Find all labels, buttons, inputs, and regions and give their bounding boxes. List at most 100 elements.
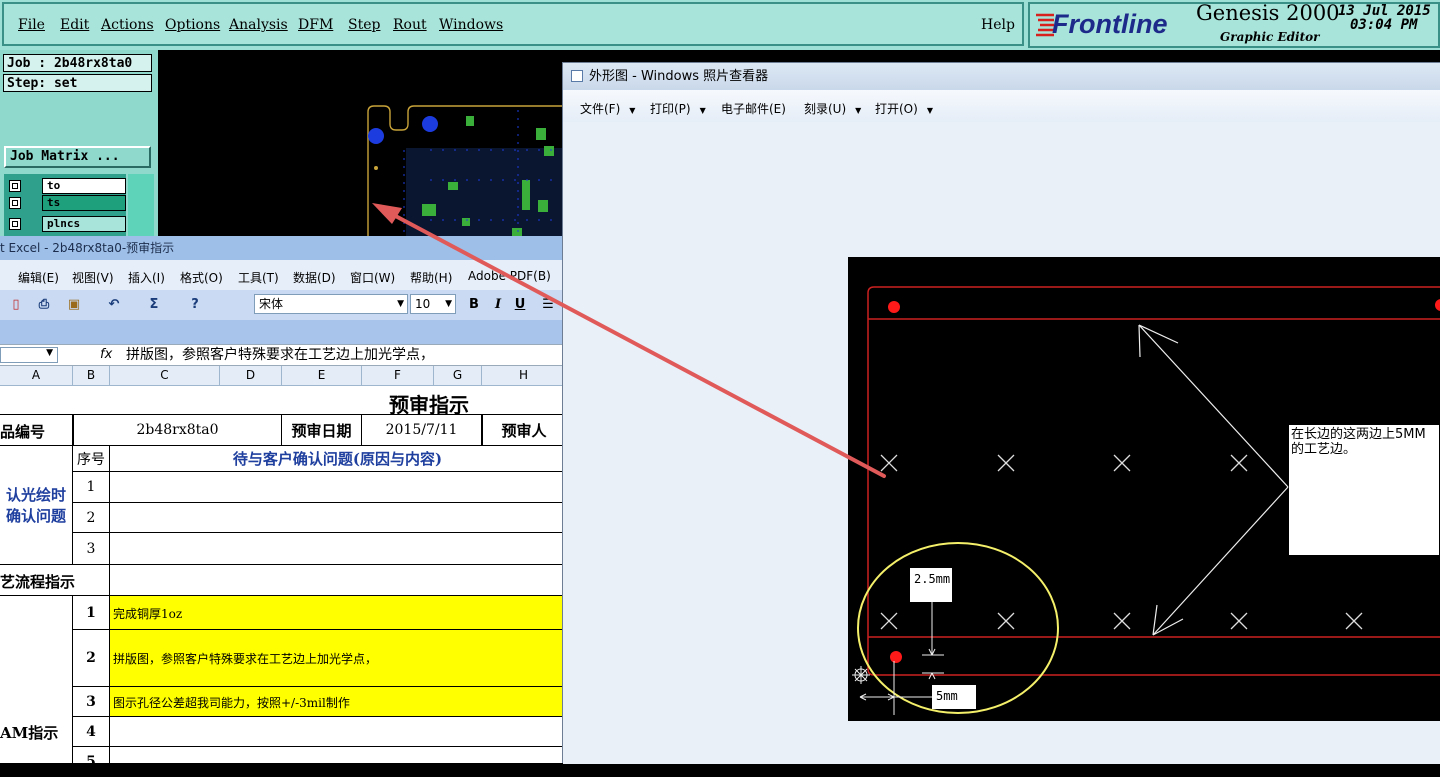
product-no-label: 品编号: [0, 414, 73, 446]
chevron-down-icon[interactable]: ▼: [46, 348, 53, 358]
cam-row-no: 3: [73, 687, 110, 717]
excel-menu-window[interactable]: 窗口(W): [350, 269, 395, 286]
column-header-g[interactable]: G: [434, 366, 482, 385]
product-no-value: 2b48rx8ta0: [136, 422, 219, 438]
underline-icon[interactable]: U: [512, 297, 528, 313]
undo-icon[interactable]: ↶: [106, 297, 122, 313]
fx-icon[interactable]: fx: [100, 345, 112, 365]
excel-window: t Excel - 2b48rx8ta0-预审指示 编辑(E) 视图(V) 插入…: [0, 236, 566, 777]
excel-window-title: t Excel - 2b48rx8ta0-预审指示: [0, 241, 175, 255]
cam-row-content[interactable]: 完成铜厚1oz: [110, 596, 566, 630]
column-header-d[interactable]: D: [220, 366, 282, 385]
cam-row-content[interactable]: 图示孔径公差超我司能力，按照+/-3mil制作: [110, 687, 566, 717]
font-name-select[interactable]: 宋体 ▼: [254, 294, 408, 314]
menu-rout[interactable]: Rout: [393, 17, 427, 33]
column-header-f[interactable]: F: [362, 366, 434, 385]
worksheet-grid[interactable]: 预审指示 品编号 2b48rx8ta0 预审日期 2015/7/11 预审人 认…: [0, 385, 566, 777]
font-name-value: 宋体: [259, 297, 284, 311]
excel-menu-view[interactable]: 视图(V): [72, 269, 114, 286]
viewer-menu-burn-label: 刻录(U): [804, 102, 847, 116]
print-icon[interactable]: ⎙: [36, 297, 52, 313]
cam-row-content[interactable]: [110, 747, 566, 777]
excel-menu-data[interactable]: 数据(D): [293, 269, 336, 286]
menu-options[interactable]: Options: [165, 17, 220, 33]
menu-file[interactable]: File: [18, 17, 45, 33]
confirm-row-content[interactable]: [110, 472, 566, 503]
column-header-e[interactable]: E: [282, 366, 362, 385]
sheet-title-cell[interactable]: 预审指示: [0, 385, 566, 417]
menu-actions[interactable]: Actions: [101, 17, 154, 33]
genesis-graphic-canvas[interactable]: [158, 50, 568, 250]
menu-windows[interactable]: Windows: [439, 17, 503, 33]
excel-menu-format[interactable]: 格式(O): [180, 269, 223, 286]
layer-name[interactable]: ts: [42, 195, 126, 211]
font-size-value: 10: [415, 297, 431, 311]
formula-input[interactable]: 拼版图，参照客户特殊要求在工艺边上加光学点，: [126, 345, 434, 365]
menu-help[interactable]: Help: [981, 17, 1015, 33]
menu-dfm[interactable]: DFM: [298, 17, 333, 33]
viewer-menu-print-label: 打印(P): [650, 102, 691, 116]
confirm-row-content[interactable]: [110, 503, 566, 533]
layer-checkbox[interactable]: [9, 180, 21, 192]
autosum-icon[interactable]: Σ: [146, 297, 162, 313]
excel-menu-adobe-pdf[interactable]: Adobe PDF(B): [468, 269, 551, 283]
chevron-down-icon[interactable]: ▼: [397, 295, 404, 313]
layer-row-to[interactable]: to: [6, 178, 126, 194]
confirm-section-label: 认光绘时 确认问题: [0, 446, 73, 565]
name-box[interactable]: ▼: [0, 347, 58, 363]
cam-row-content[interactable]: [110, 717, 566, 747]
viewer-menu-email[interactable]: 电子邮件(E): [721, 100, 786, 117]
excel-menu-edit[interactable]: 编辑(E): [18, 269, 59, 286]
pcb-preview: [367, 105, 568, 250]
layer-row-plncs[interactable]: plncs: [6, 216, 126, 232]
help-icon[interactable]: ?: [187, 297, 203, 313]
print-preview-icon[interactable]: ▯: [8, 297, 24, 313]
cam-row-content[interactable]: 拼版图，参照客户特殊要求在工艺边上加光学点，: [110, 630, 566, 687]
menu-analysis[interactable]: Analysis: [229, 17, 288, 33]
pcb-pad: [368, 128, 384, 144]
italic-icon[interactable]: I: [490, 297, 506, 313]
product-no-cell[interactable]: 2b48rx8ta0: [73, 414, 282, 446]
job-matrix-button[interactable]: Job Matrix ...: [4, 146, 151, 168]
review-date-cell[interactable]: 2015/7/11: [362, 414, 482, 446]
menu-edit[interactable]: Edit: [60, 17, 89, 33]
layer-name[interactable]: plncs: [42, 216, 126, 232]
frontline-logo-area: Frontline Genesis 2000 Graphic Editor 13…: [1028, 1, 1440, 48]
cam-row-no: 2: [73, 630, 110, 687]
viewer-menu-burn[interactable]: 刻录(U) ▼: [804, 100, 861, 117]
excel-toolbar-row-2: [0, 320, 566, 344]
bold-icon[interactable]: B: [466, 297, 482, 313]
column-header-h[interactable]: H: [482, 366, 566, 385]
column-header-c[interactable]: C: [110, 366, 220, 385]
layer-checkbox[interactable]: [9, 218, 21, 230]
excel-menu-insert[interactable]: 插入(I): [128, 269, 165, 286]
viewer-menu-file[interactable]: 文件(F) ▼: [580, 100, 635, 117]
process-content[interactable]: [110, 565, 566, 596]
align-left-icon[interactable]: ☰: [540, 297, 556, 313]
photo-viewer-window: 外形图 - Windows 照片查看器 文件(F) ▼ 打印(P) ▼ 电子邮件(E…: [562, 62, 1440, 764]
menu-step[interactable]: Step: [348, 17, 380, 33]
confirm-row-no: 1: [73, 472, 110, 503]
column-header-a[interactable]: A: [0, 366, 73, 385]
viewer-menu-print[interactable]: 打印(P) ▼: [650, 100, 706, 117]
chevron-down-icon[interactable]: ▼: [445, 295, 452, 313]
review-date-value: 2015/7/11: [385, 422, 458, 438]
chevron-down-icon: ▼: [926, 106, 933, 115]
pcb-pad: [422, 116, 438, 132]
note-arrows: [1138, 324, 1289, 636]
layer-checkbox[interactable]: [9, 197, 21, 209]
viewer-menu-open[interactable]: 打开(O) ▼: [875, 100, 933, 117]
column-header-b[interactable]: B: [73, 366, 110, 385]
confirm-row-content[interactable]: [110, 533, 566, 565]
review-date-label: 预审日期: [282, 414, 362, 446]
confirm-row-no: 3: [73, 533, 110, 565]
genesis-left-panel: Job : 2b48rx8ta0 Step: set Job Matrix ..…: [0, 50, 158, 284]
layer-name[interactable]: to: [42, 178, 126, 194]
paste-icon[interactable]: ▣: [66, 297, 82, 313]
viewer-menu-file-label: 文件(F): [580, 102, 621, 116]
layer-row-ts[interactable]: ts: [6, 195, 126, 211]
photo-viewer-canvas[interactable]: 在长边的这两边上5MM的工艺边。 2.5mm 5mm: [563, 122, 1440, 764]
excel-menu-tools[interactable]: 工具(T): [238, 269, 279, 286]
font-size-select[interactable]: 10 ▼: [410, 294, 456, 314]
excel-menu-help[interactable]: 帮助(H): [410, 269, 452, 286]
